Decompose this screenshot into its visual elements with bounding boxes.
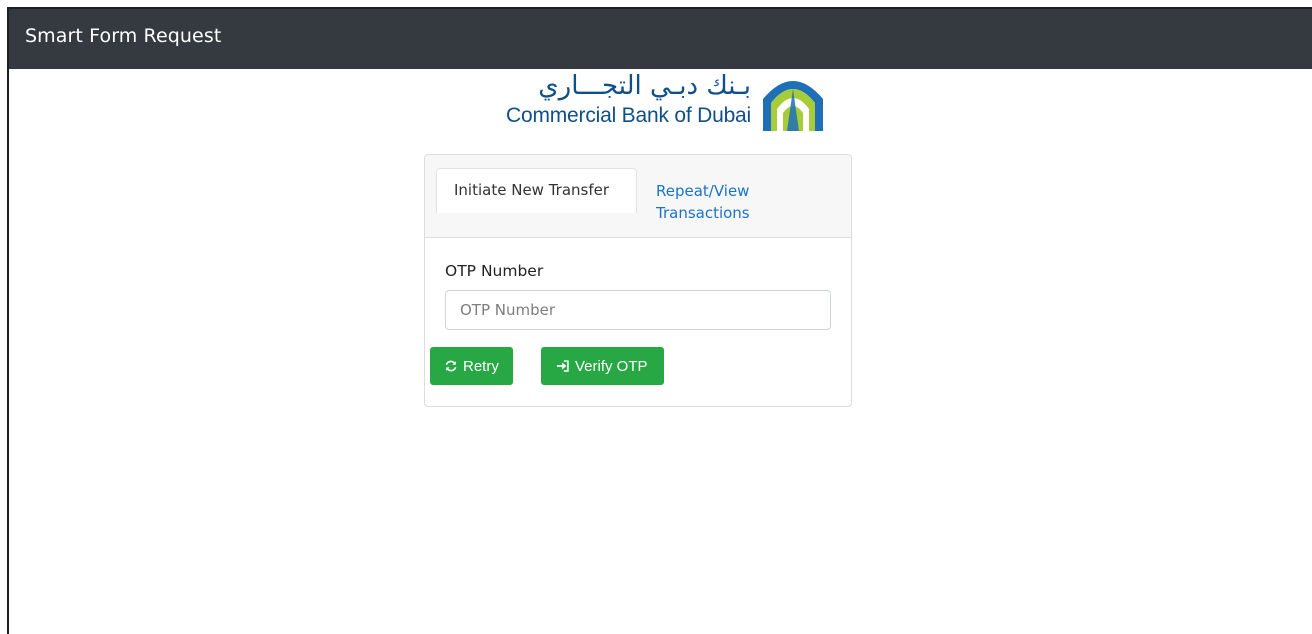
retry-button[interactable]: Retry — [430, 347, 513, 385]
tab-initiate-new-transfer[interactable]: Initiate New Transfer — [436, 168, 637, 213]
otp-label: OTP Number — [445, 262, 544, 280]
bank-logo: بـنك دبـي التجـــاري Commercial Bank of … — [499, 69, 829, 133]
transfer-card: Initiate New Transfer Repeat/View Transa… — [424, 154, 852, 407]
tab-repeat-view-transactions[interactable]: Repeat/View Transactions — [656, 180, 766, 224]
retry-button-label: Retry — [463, 357, 499, 375]
top-navbar: Smart Form Request — [9, 9, 1312, 69]
card-header-tabs: Initiate New Transfer Repeat/View Transa… — [425, 155, 851, 238]
logo-english-text: Commercial Bank of Dubai — [506, 104, 751, 127]
otp-input[interactable] — [445, 290, 831, 330]
sign-in-icon — [556, 360, 569, 372]
verify-otp-button-label: Verify OTP — [575, 357, 648, 375]
logo-emblem-icon — [757, 69, 829, 131]
refresh-icon — [445, 360, 457, 372]
verify-otp-button[interactable]: Verify OTP — [541, 347, 664, 385]
app-title[interactable]: Smart Form Request — [25, 25, 221, 47]
logo-arabic-text: بـنك دبـي التجـــاري — [538, 71, 751, 101]
app-frame: Smart Form Request بـنك دبـي التجـــاري … — [7, 7, 1312, 634]
